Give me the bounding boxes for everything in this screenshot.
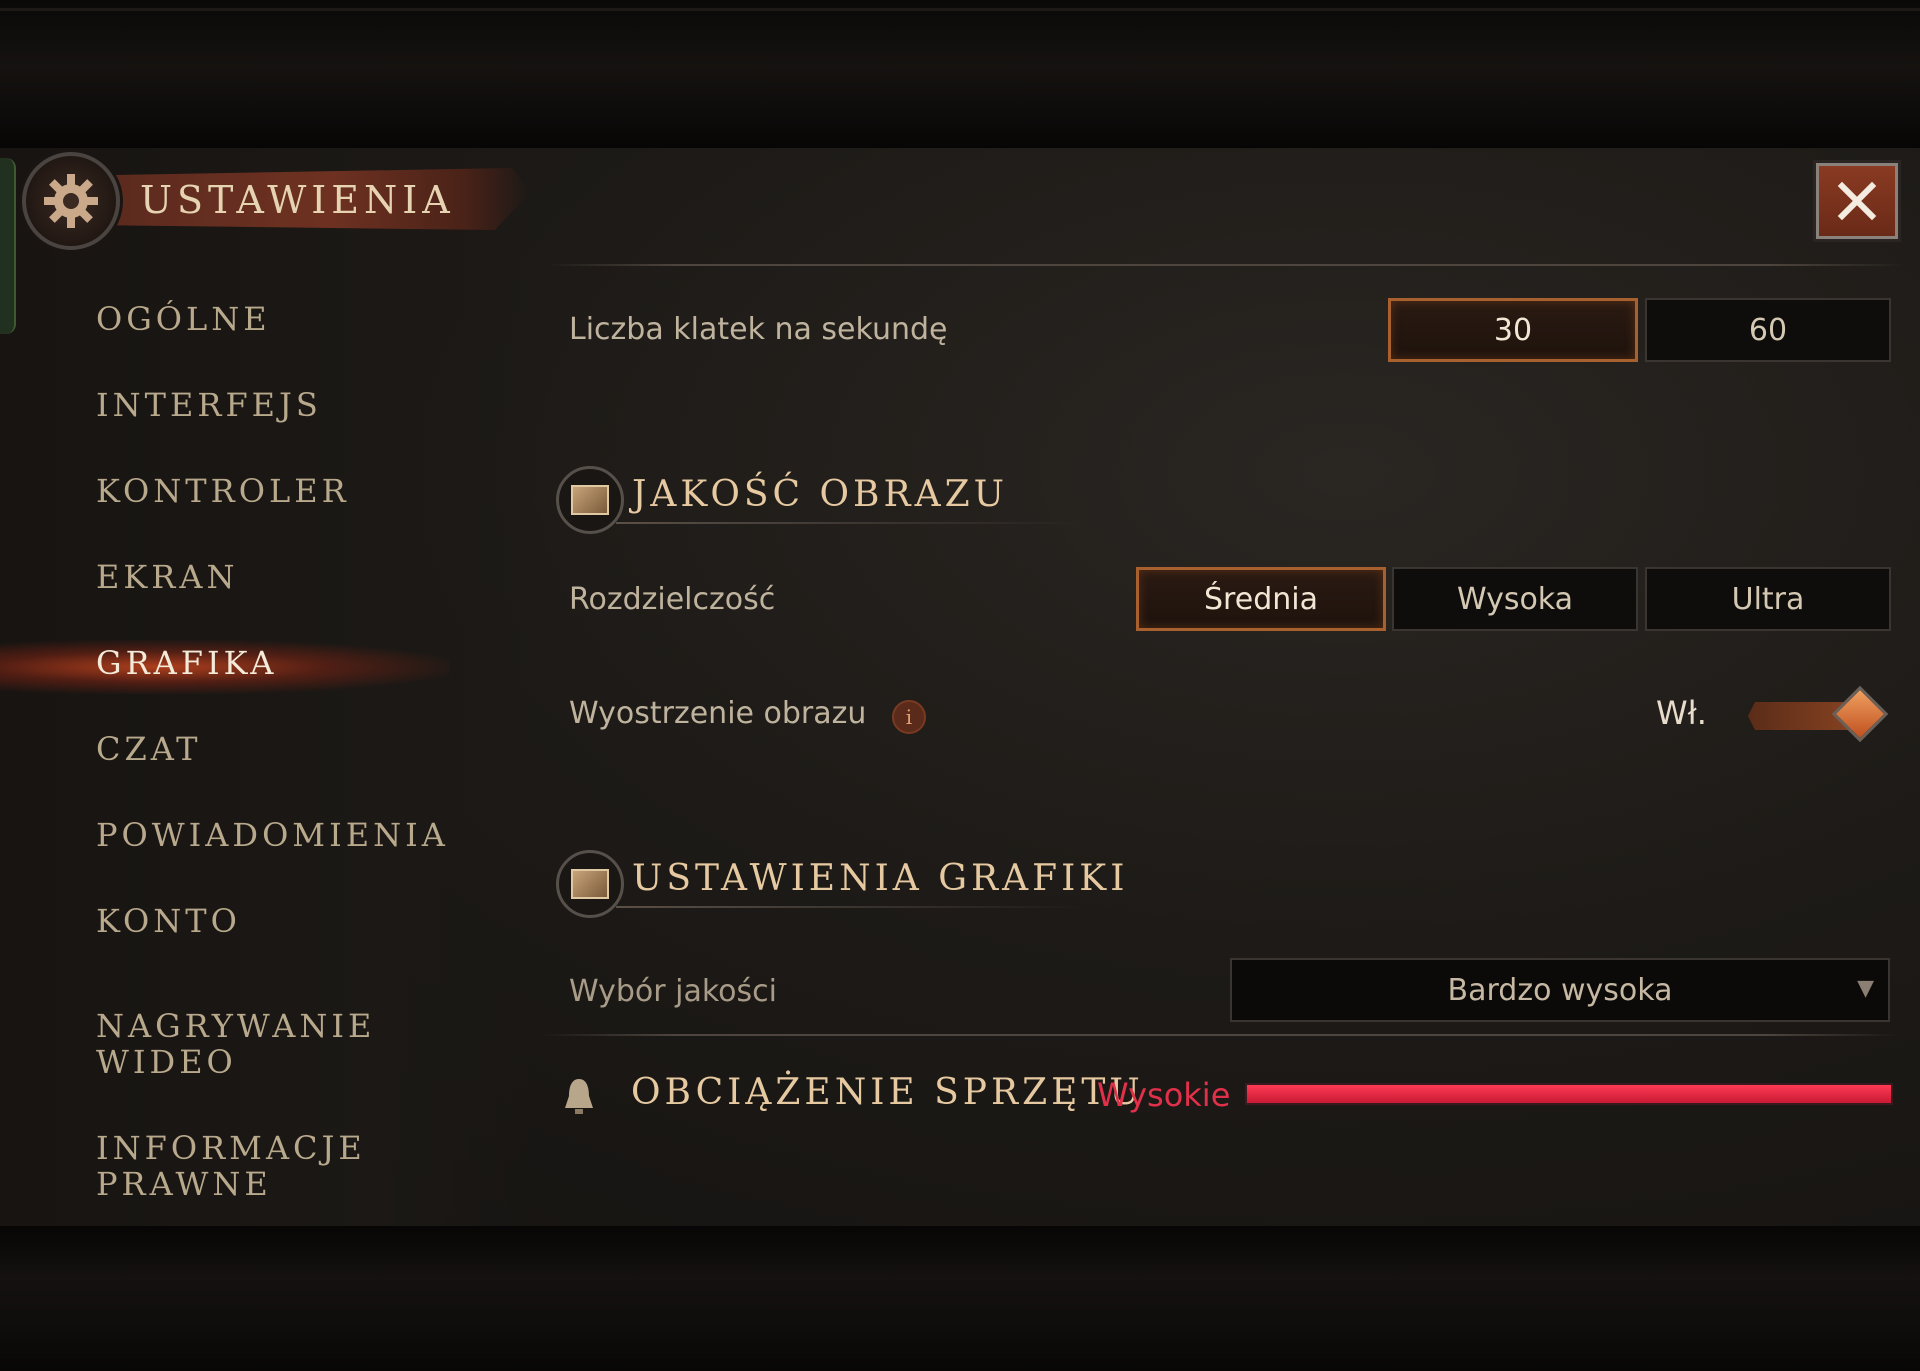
image-icon	[556, 466, 624, 534]
resolution-option-ultra[interactable]: Ultra	[1645, 567, 1891, 631]
page-title: USTAWIENIA	[140, 178, 455, 222]
nav-item-general[interactable]: OGÓLNE	[96, 300, 271, 338]
resolution-label: Rozdzielczość	[569, 582, 776, 617]
header-emblem	[22, 152, 120, 250]
section-title: JAKOŚĆ OBRAZU	[632, 474, 1008, 515]
resolution-option-medium[interactable]: Średnia	[1136, 567, 1386, 631]
sharpening-toggle[interactable]	[1748, 685, 1889, 743]
section-title: USTAWIENIA GRAFIKI	[632, 858, 1129, 899]
nav-item-label: WIDEO	[96, 1043, 237, 1081]
sharpening-state: Wł.	[1656, 694, 1707, 732]
hardware-load-title: OBCIĄŻENIE SPRZĘTU	[631, 1072, 1144, 1113]
sharpening-label: Wyostrzenie obrazu	[569, 696, 867, 731]
nav-item-legal[interactable]: INFORMACJE PRAWNE	[96, 1130, 366, 1202]
fps-option-60[interactable]: 60	[1645, 298, 1891, 362]
nav-item-label: INFORMACJE	[96, 1129, 366, 1167]
hardware-load-value: Wysokie	[1097, 1076, 1231, 1114]
divider	[540, 1034, 1900, 1036]
bottom-frame	[0, 1226, 1920, 1371]
fps-label: Liczba klatek na sekundę	[569, 312, 948, 347]
top-frame	[0, 0, 1920, 148]
bell-icon	[565, 1079, 593, 1114]
hardware-load-bar	[1245, 1083, 1893, 1105]
edge-tab	[0, 158, 16, 334]
divider	[545, 264, 1905, 266]
resolution-option-high[interactable]: Wysoka	[1392, 567, 1638, 631]
gear-icon	[44, 174, 98, 228]
quality-select-value: Bardzo wysoka	[1447, 972, 1673, 1008]
nav-item-label: PRAWNE	[96, 1165, 272, 1203]
nav-item-controller[interactable]: KONTROLER	[96, 472, 350, 510]
nav-item-notifications[interactable]: POWIADOMIENIA	[96, 816, 449, 854]
hardware-load-fill	[1247, 1085, 1891, 1103]
image-icon	[556, 850, 624, 918]
fps-option-30[interactable]: 30	[1388, 298, 1638, 362]
close-icon	[1837, 181, 1877, 221]
nav-item-account[interactable]: KONTO	[96, 902, 241, 940]
close-button[interactable]	[1816, 163, 1898, 239]
nav-item-chat[interactable]: CZAT	[96, 730, 201, 768]
nav-item-video-recording[interactable]: NAGRYWANIE WIDEO	[96, 1008, 375, 1080]
nav-item-interface[interactable]: INTERFEJS	[96, 386, 322, 424]
quality-label: Wybór jakości	[569, 974, 777, 1009]
nav-item-graphics[interactable]: GRAFIKA	[96, 644, 277, 682]
quality-select[interactable]: Bardzo wysoka ▼	[1230, 958, 1890, 1022]
nav-item-label: NAGRYWANIE	[96, 1007, 376, 1045]
info-icon[interactable]: i	[892, 700, 926, 734]
nav-item-screen[interactable]: EKRAN	[96, 558, 238, 596]
chevron-down-icon: ▼	[1857, 976, 1874, 1001]
